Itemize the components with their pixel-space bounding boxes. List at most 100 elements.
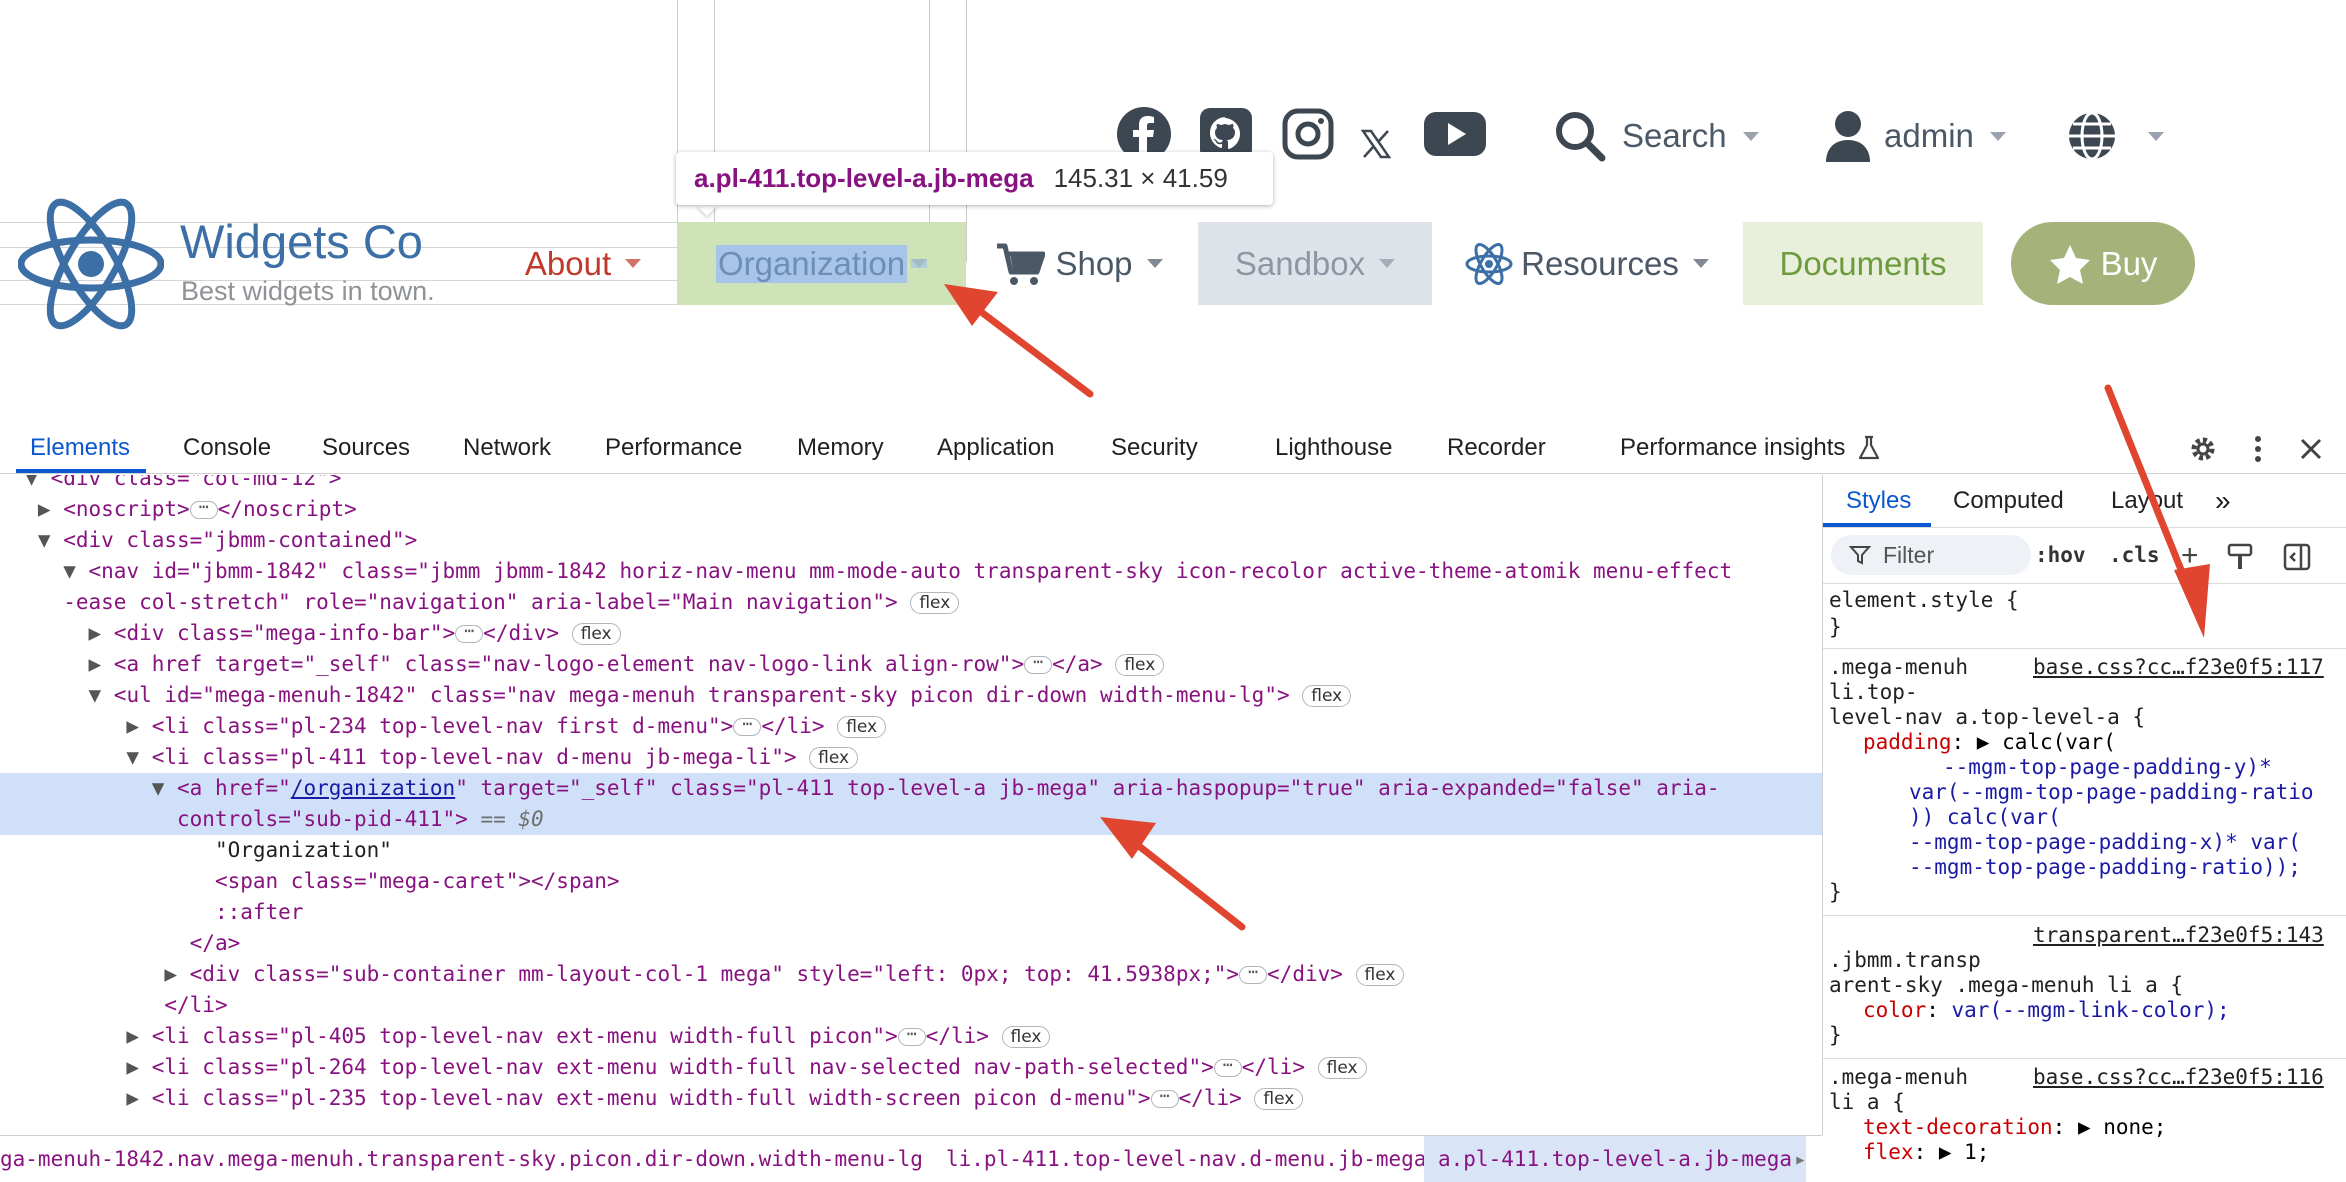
href-link[interactable]: /organization [291, 776, 455, 800]
close-devtools-icon[interactable] [2294, 432, 2328, 466]
dom-node[interactable]: ▶ <li class="pl-234 top-level-nav first … [0, 711, 1822, 742]
rule1-source-link[interactable]: base.css?cc…f23e0f5:117 [2033, 655, 2324, 680]
rule3-property[interactable]: text-decoration: ▶ none; [1863, 1115, 2166, 1140]
breadcrumb-scroll-right-icon[interactable]: ▸ [1794, 1136, 1807, 1182]
dom-node[interactable]: ▼ <ul id="mega-menuh-1842" class="nav me… [0, 680, 1822, 711]
nav-organization[interactable]: Organization [677, 222, 966, 305]
tab-application[interactable]: Application [937, 422, 1054, 474]
nav-about[interactable]: About [508, 222, 658, 305]
dom-node[interactable]: <span class="mega-caret"></span> [0, 866, 1822, 897]
instagram-icon[interactable] [1278, 104, 1338, 164]
tab-computed[interactable]: Computed [1953, 475, 2064, 527]
user-menu[interactable]: admin [1826, 108, 2006, 164]
dom-node[interactable]: ▶ <noscript> ⋯ </noscript> [0, 494, 1822, 525]
tab-console[interactable]: Console [183, 422, 271, 474]
inspect-tooltip: a.pl-411.top-level-a.jb-mega 145.31 × 41… [676, 152, 1273, 205]
dom-node[interactable]: ▼ <nav id="jbmm-1842" class="jbmm jbmm-1… [0, 556, 1822, 587]
dom-node-text: </noscript> [217, 497, 357, 521]
tab-sources[interactable]: Sources [322, 422, 410, 474]
collapsed-content-icon[interactable]: ⋯ [1239, 964, 1268, 984]
user-icon [1826, 111, 1870, 162]
hov-toggle[interactable]: :hov [2035, 543, 2086, 568]
dom-node[interactable]: </li> [0, 990, 1822, 1021]
flex-badge[interactable]: flex [1317, 1057, 1367, 1079]
nav-documents[interactable]: Documents [1743, 222, 1983, 305]
atom-logo-icon[interactable] [18, 196, 164, 332]
tab-recorder[interactable]: Recorder [1447, 422, 1546, 474]
search-menu[interactable]: Search [1554, 108, 1759, 164]
breadcrumb-item[interactable]: li.pl-411.top-level-nav.d-menu.jb-mega-l… [946, 1136, 1464, 1182]
collapsed-content-icon[interactable]: ⋯ [897, 1026, 926, 1046]
nav-sandbox[interactable]: Sandbox [1198, 222, 1432, 305]
dom-node-selected[interactable]: ▼ <a href="/organization" target="_self"… [0, 773, 1822, 804]
rule1-selector-line[interactable]: .mega-menuh [1829, 655, 1968, 680]
collapsed-content-icon[interactable]: ⋯ [1150, 1088, 1179, 1108]
nav-resources[interactable]: Resources [1456, 222, 1718, 305]
breadcrumb-item-active[interactable]: a.pl-411.top-level-a.jb-mega [1424, 1136, 1807, 1182]
chevron-down-icon [1692, 259, 1709, 268]
rule3-selector-line[interactable]: .mega-menuh [1829, 1065, 1968, 1090]
breadcrumb-item[interactable]: ga-menuh-1842.nav.mega-menuh.transparent… [0, 1136, 923, 1182]
tab-memory[interactable]: Memory [797, 422, 884, 474]
styles-filter[interactable]: Filter [1831, 535, 2031, 575]
flex-badge[interactable]: flex [1254, 1088, 1304, 1110]
flex-badge[interactable]: flex [1001, 1026, 1051, 1048]
flex-badge[interactable]: flex [910, 592, 960, 614]
collapsed-content-icon[interactable]: ⋯ [455, 623, 484, 643]
flex-badge[interactable]: flex [809, 747, 859, 769]
rule2-property[interactable]: color: var(--mgm-link-color); [1863, 998, 2230, 1023]
youtube-icon[interactable] [1420, 104, 1490, 164]
dom-node-selected-continuation[interactable]: controls="sub-pid-411"> == $0 [0, 804, 1822, 835]
collapsed-content-icon[interactable]: ⋯ [189, 499, 218, 519]
language-menu[interactable] [2066, 108, 2164, 164]
dom-node[interactable]: ▶ <div class="mega-info-bar"> ⋯ </div> fle… [0, 618, 1822, 649]
rule1-value-line: var(--mgm-top-page-padding-ratio [1909, 780, 2314, 804]
element-style-rule[interactable]: element.style { [1829, 588, 2019, 613]
rule2-selector-line[interactable]: .jbmm.transp [1829, 948, 1981, 973]
tab-styles[interactable]: Styles [1846, 475, 1911, 527]
dom-tree-panel[interactable]: ▼ <div class="col-md-12"> ▶ <noscript> ⋯ <… [0, 475, 1822, 1135]
dom-node[interactable]: ▼ <div class="jbmm-contained"> [0, 525, 1822, 556]
x-icon[interactable] [1356, 114, 1396, 174]
dom-node[interactable]: ▼ <li class="pl-411 top-level-nav d-menu… [0, 742, 1822, 773]
dom-node-text: <li class="pl-264 top-level-nav ext-menu… [151, 1055, 1214, 1079]
rule3-selector-line: li a { [1829, 1090, 1905, 1114]
rule3-source-link[interactable]: base.css?cc…f23e0f5:116 [2033, 1065, 2324, 1090]
dom-node[interactable]: ▶ <div class="sub-container mm-layout-co… [0, 959, 1822, 990]
dom-node[interactable]: ▼ <div class="col-md-12"> [0, 475, 1822, 494]
paint-brush-icon[interactable] [2227, 543, 2253, 577]
tab-elements[interactable]: Elements [30, 422, 130, 474]
rule1-property[interactable]: padding: ▶ calc(var( [1863, 730, 2116, 755]
dom-text-node[interactable]: "Organization" [0, 835, 1822, 866]
tab-performance-insights[interactable]: Performance insights [1620, 422, 1881, 474]
tab-network[interactable]: Network [463, 422, 551, 474]
flex-badge[interactable]: flex [1115, 654, 1165, 676]
flex-badge[interactable]: flex [571, 623, 621, 645]
flex-badge[interactable]: flex [837, 716, 887, 738]
dom-node[interactable]: </a> [0, 928, 1822, 959]
buy-button[interactable]: Buy [2011, 222, 2195, 305]
dom-node[interactable]: ▶ <li class="pl-235 top-level-nav ext-me… [0, 1083, 1822, 1114]
tab-security[interactable]: Security [1111, 422, 1198, 474]
collapsed-content-icon[interactable]: ⋯ [733, 716, 762, 736]
rule2-source-link[interactable]: transparent…f23e0f5:143 [2033, 923, 2324, 948]
tab-lighthouse[interactable]: Lighthouse [1275, 422, 1392, 474]
tab-performance[interactable]: Performance [605, 422, 742, 474]
dom-node-continuation[interactable]: -ease col-stretch" role="navigation" ari… [0, 587, 1822, 618]
collapsed-content-icon[interactable]: ⋯ [1213, 1057, 1242, 1077]
flex-badge[interactable]: flex [1355, 964, 1405, 986]
user-label: admin [1884, 117, 1974, 154]
rule3-property[interactable]: flex: ▶ 1; [1863, 1140, 1989, 1165]
dom-node[interactable]: ▶ <li class="pl-264 top-level-nav ext-me… [0, 1052, 1822, 1083]
dom-node[interactable]: ▶ <a href target="_self" class="nav-logo… [0, 649, 1822, 680]
collapsed-content-icon[interactable]: ⋯ [1024, 654, 1053, 674]
more-options-icon[interactable] [2243, 432, 2273, 466]
dom-pseudo-node[interactable]: ::after [0, 897, 1822, 928]
flex-badge[interactable]: flex [1302, 685, 1352, 707]
dom-node-text: " target="_self" class="pl-411 top-level… [455, 776, 1720, 800]
dom-node-text: </div> [483, 621, 560, 645]
dom-node[interactable]: ▶ <li class="pl-405 top-level-nav ext-me… [0, 1021, 1822, 1052]
toggle-sidebar-icon[interactable] [2283, 543, 2311, 577]
logo-title[interactable]: Widgets Co [180, 214, 423, 269]
separator [1823, 648, 2346, 649]
